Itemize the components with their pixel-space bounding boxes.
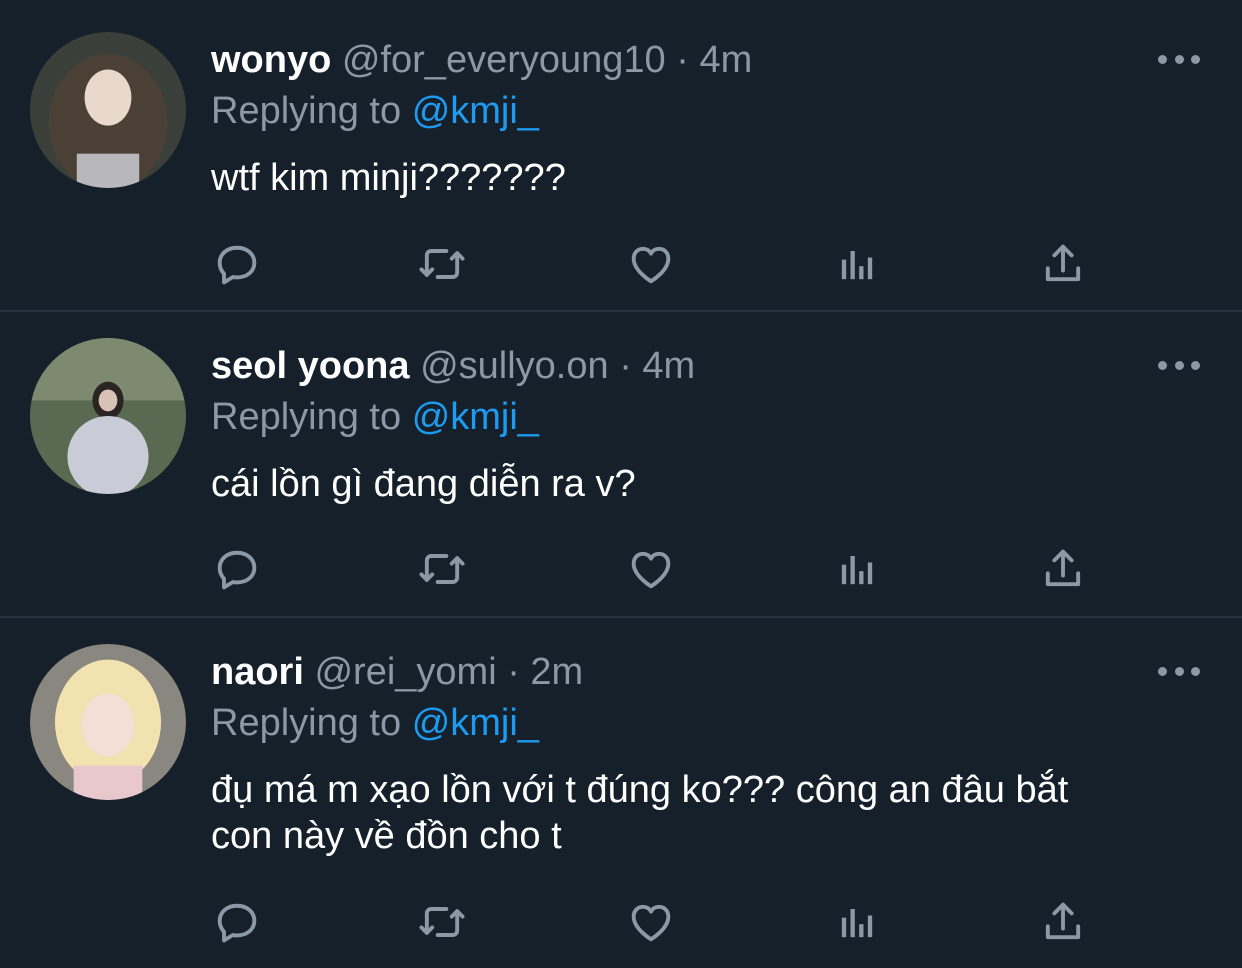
tweet-text-line: đụ má m xạo lồn với t đúng ko??? công an… xyxy=(211,769,1069,811)
avatar-image xyxy=(30,32,186,188)
replying-label: Replying to xyxy=(211,702,402,744)
replying-to: Replying to @kmji_ xyxy=(211,89,539,133)
separator: · xyxy=(619,345,632,387)
tweet-text: đụ má m xạo lồn với t đúng ko??? công an… xyxy=(211,767,1211,859)
timestamp[interactable]: 4m xyxy=(642,345,695,387)
tweet-text: cái lồn gì đang diễn ra v? xyxy=(211,463,636,505)
timestamp[interactable]: 4m xyxy=(699,39,752,81)
tweet-text: wtf kim minji??????? xyxy=(211,157,566,199)
display-name[interactable]: wonyo xyxy=(211,39,331,81)
more-icon[interactable] xyxy=(1158,664,1200,678)
retweet-icon[interactable] xyxy=(415,543,469,595)
mention-link[interactable]: @kmji_ xyxy=(412,702,539,744)
timestamp[interactable]: 2m xyxy=(530,651,583,693)
tweet-header: wonyo @for_everyoung10 · 4m xyxy=(211,38,752,82)
separator: · xyxy=(507,651,520,693)
separator: · xyxy=(676,39,689,81)
retweet-icon[interactable] xyxy=(415,896,469,948)
mention-link[interactable]: @kmji_ xyxy=(412,396,539,438)
display-name[interactable]: seol yoona xyxy=(211,345,410,387)
analytics-icon[interactable] xyxy=(830,543,884,595)
tweet-actions xyxy=(210,543,1090,595)
tweet-header: seol yoona @sullyo.on · 4m xyxy=(211,344,695,388)
more-icon[interactable] xyxy=(1158,358,1200,372)
heart-icon[interactable] xyxy=(624,896,678,948)
user-handle[interactable]: @for_everyoung10 xyxy=(342,39,666,81)
reply-icon[interactable] xyxy=(210,896,264,948)
heart-icon[interactable] xyxy=(624,238,678,290)
tweet-header: naori @rei_yomi · 2m xyxy=(211,650,583,694)
analytics-icon[interactable] xyxy=(830,238,884,290)
retweet-icon[interactable] xyxy=(415,238,469,290)
more-icon[interactable] xyxy=(1158,52,1200,66)
share-icon[interactable] xyxy=(1036,896,1090,948)
analytics-icon[interactable] xyxy=(830,896,884,948)
mention-link[interactable]: @kmji_ xyxy=(412,90,539,132)
tweet-text-line: con này về đồn cho t xyxy=(211,815,562,857)
user-handle[interactable]: @sullyo.on xyxy=(420,345,609,387)
tweet-actions xyxy=(210,896,1090,948)
divider xyxy=(0,616,1242,618)
replying-to: Replying to @kmji_ xyxy=(211,701,539,745)
reply-icon[interactable] xyxy=(210,543,264,595)
avatar-image xyxy=(30,338,186,494)
share-icon[interactable] xyxy=(1036,543,1090,595)
user-handle[interactable]: @rei_yomi xyxy=(314,651,496,693)
tweet-actions xyxy=(210,238,1090,290)
replying-to: Replying to @kmji_ xyxy=(211,395,539,439)
avatar[interactable] xyxy=(30,644,186,800)
replying-label: Replying to xyxy=(211,396,402,438)
replying-label: Replying to xyxy=(211,90,402,132)
share-icon[interactable] xyxy=(1036,238,1090,290)
avatar-image xyxy=(30,644,186,800)
heart-icon[interactable] xyxy=(624,543,678,595)
avatar[interactable] xyxy=(30,32,186,188)
display-name[interactable]: naori xyxy=(211,651,304,693)
divider xyxy=(0,310,1242,312)
reply-icon[interactable] xyxy=(210,238,264,290)
avatar[interactable] xyxy=(30,338,186,494)
